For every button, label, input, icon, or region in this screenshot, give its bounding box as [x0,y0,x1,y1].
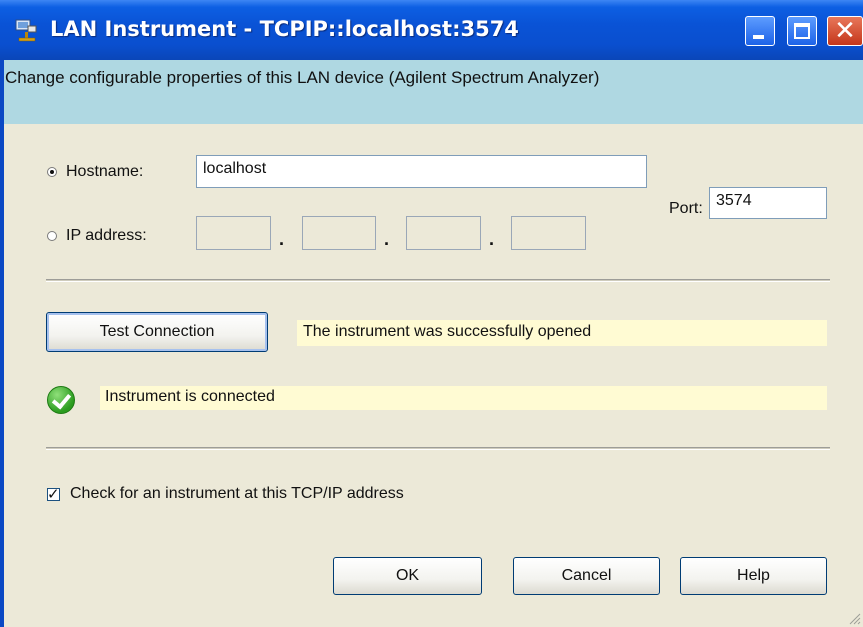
ip-separator: . [279,229,285,249]
help-button[interactable]: Help [680,557,827,595]
maximize-icon [794,23,810,39]
check-instrument-label: Check for an instrument at this TCP/IP a… [70,485,404,502]
minimize-icon [753,35,764,39]
ip-octet-4-input[interactable] [511,216,586,250]
title-bar[interactable]: LAN Instrument - TCPIP::localhost:3574 ✕ [0,0,863,60]
check-instrument-checkbox[interactable]: ✓ [47,485,60,503]
minimize-button[interactable] [745,16,775,46]
checkmark-icon: ✓ [47,485,60,503]
close-icon: ✕ [834,16,856,46]
window-title: LAN Instrument - TCPIP::localhost:3574 [50,17,519,41]
ip-separator: . [384,229,390,249]
ip-address-radio[interactable] [47,231,57,241]
connection-status: Instrument is connected [100,386,827,410]
hostname-label: Hostname: [66,163,144,180]
header-description: Change configurable properties of this L… [5,68,600,87]
ip-octet-2-input[interactable] [302,216,376,250]
ip-octet-1-input[interactable] [196,216,271,250]
port-input[interactable]: 3574 [709,187,827,219]
dialog-body: Hostname: localhost Port: 3574 IP addres… [4,124,863,627]
test-connection-button[interactable]: Test Connection [46,312,268,352]
port-label: Port: [669,200,703,217]
ip-address-label: IP address: [66,227,147,244]
maximize-button[interactable] [787,16,817,46]
ip-octet-3-input[interactable] [406,216,481,250]
cancel-button[interactable]: Cancel [513,557,660,595]
hostname-input[interactable]: localhost [196,155,647,188]
ip-separator: . [489,229,495,249]
test-result-message: The instrument was successfully opened [297,320,827,346]
green-check-icon [47,386,75,414]
lan-instrument-icon [15,19,37,42]
hostname-radio[interactable] [47,167,57,177]
ok-button[interactable]: OK [333,557,482,595]
resize-grip-icon[interactable] [847,611,861,625]
separator-bottom [46,447,830,450]
close-button[interactable]: ✕ [827,16,863,46]
header-band: Change configurable properties of this L… [4,60,863,124]
separator-top [46,279,830,282]
